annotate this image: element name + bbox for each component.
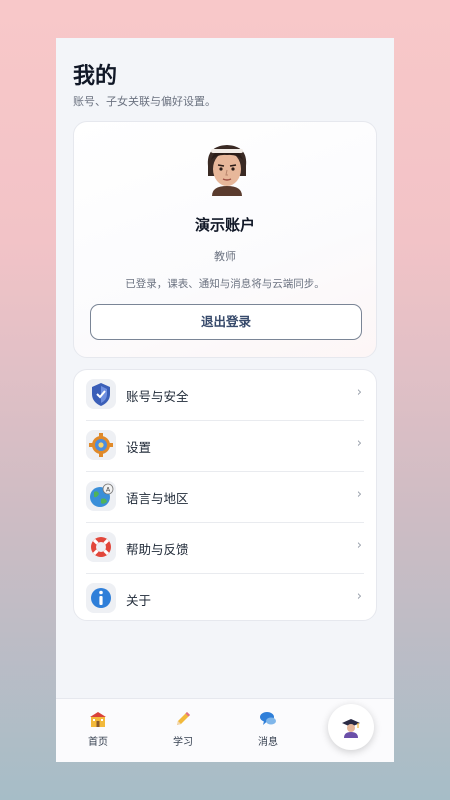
profile-card: 演示账户 教师 已登录，课表、通知与消息将与云端同步。 退出登录 xyxy=(73,121,377,358)
tab-me[interactable] xyxy=(328,704,374,750)
menu-item-language-region[interactable]: A 语言与地区 › xyxy=(74,472,376,523)
menu-item-label: 帮助与反馈 xyxy=(126,542,189,557)
teacher-avatar-icon xyxy=(207,145,247,196)
app-screen: 我的 账号、子女关联与偏好设置。 演示账户 教师 已登录，课表、通知与消息将与云… xyxy=(56,38,394,762)
info-icon xyxy=(86,583,116,613)
sync-status-text: 已登录，课表、通知与消息将与云端同步。 xyxy=(125,278,325,290)
menu-item-label: 关于 xyxy=(126,593,152,608)
tab-label: 学习 xyxy=(173,737,193,748)
page-subtitle: 账号、子女关联与偏好设置。 xyxy=(73,95,216,108)
profile-name: 演示账户 xyxy=(194,216,255,234)
logout-button[interactable]: 退出登录 xyxy=(90,304,362,340)
tab-home[interactable]: 首页 xyxy=(68,709,128,748)
chevron-right-icon: › xyxy=(356,487,362,502)
tab-messages[interactable]: 消息 xyxy=(238,709,298,748)
settings-menu: 账号与安全 › 设置 › A 语言与地区 › 帮助与反馈 › 关于 › xyxy=(73,369,377,621)
chevron-right-icon: › xyxy=(356,538,362,553)
tab-label: 消息 xyxy=(258,737,278,748)
school-icon xyxy=(90,712,106,727)
tab-label: 首页 xyxy=(88,737,108,748)
chevron-right-icon: › xyxy=(356,436,362,451)
chat-icon xyxy=(260,712,276,725)
shield-icon xyxy=(86,379,116,409)
lifebuoy-icon xyxy=(86,532,116,562)
chevron-right-icon: › xyxy=(356,589,362,604)
menu-item-label: 语言与地区 xyxy=(126,491,189,506)
menu-item-label: 设置 xyxy=(126,440,152,455)
menu-item-settings[interactable]: 设置 › xyxy=(74,421,376,472)
globe-icon: A xyxy=(86,481,116,511)
pencil-icon xyxy=(177,712,190,725)
menu-item-about[interactable]: 关于 › xyxy=(74,574,376,625)
menu-item-label: 账号与安全 xyxy=(126,389,189,404)
avatar xyxy=(202,140,252,196)
menu-item-account-security[interactable]: 账号与安全 › xyxy=(74,370,376,421)
chevron-right-icon: › xyxy=(356,385,362,400)
tab-study[interactable]: 学习 xyxy=(153,709,213,748)
bottom-tab-bar: 首页 学习 消息 xyxy=(56,698,394,762)
gear-icon xyxy=(86,430,116,460)
page-title: 我的 xyxy=(73,64,118,89)
menu-item-help-feedback[interactable]: 帮助与反馈 › xyxy=(74,523,376,574)
profile-role: 教师 xyxy=(214,250,236,263)
graduate-icon xyxy=(342,719,360,738)
